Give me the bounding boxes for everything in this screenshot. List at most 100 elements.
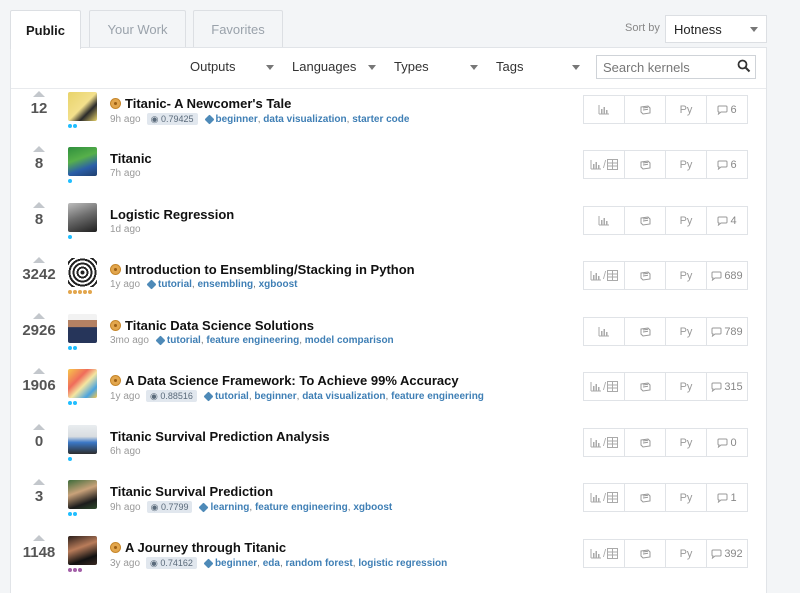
kernel-title[interactable]: Titanic Survival Prediction <box>110 484 273 499</box>
upvote-arrow-icon[interactable] <box>33 424 45 430</box>
tag-link[interactable]: tutorial <box>167 335 201 346</box>
output-button[interactable]: / <box>584 540 625 567</box>
output-button[interactable] <box>584 318 625 345</box>
tags-filter[interactable]: Tags <box>496 59 588 74</box>
tag-link[interactable]: feature engineering <box>206 335 299 346</box>
output-button[interactable]: / <box>584 429 625 456</box>
output-button[interactable] <box>584 207 625 234</box>
comments-button[interactable]: 789 <box>707 318 747 345</box>
tag-link[interactable]: tutorial <box>158 279 192 290</box>
kernel-title[interactable]: Introduction to Ensembling/Stacking in P… <box>110 262 415 277</box>
output-button[interactable] <box>584 96 625 123</box>
upvote-arrow-icon[interactable] <box>33 313 45 319</box>
language-button[interactable]: Py <box>666 540 707 567</box>
kernel-title[interactable]: Titanic Survival Prediction Analysis <box>110 429 330 444</box>
comments-button[interactable]: 0 <box>707 429 747 456</box>
notebook-button[interactable] <box>625 484 666 511</box>
language-button[interactable]: Py <box>666 318 707 345</box>
tag-link[interactable]: xgboost <box>259 279 298 290</box>
sort-select[interactable]: Hotness <box>665 15 767 43</box>
language-button[interactable]: Py <box>666 262 707 289</box>
types-filter[interactable]: Types <box>394 59 486 74</box>
author-avatar[interactable] <box>68 425 97 454</box>
author-avatar[interactable] <box>68 147 97 176</box>
kernel-row[interactable]: 8 Titanic 7h ago / Py 6 <box>11 140 766 196</box>
upvote-arrow-icon[interactable] <box>33 91 45 97</box>
outputs-filter[interactable]: Outputs <box>190 59 282 74</box>
upvote-arrow-icon[interactable] <box>33 368 45 374</box>
comments-button[interactable]: 392 <box>707 540 747 567</box>
language-button[interactable]: Py <box>666 207 707 234</box>
author-avatar[interactable] <box>68 258 97 287</box>
languages-filter[interactable]: Languages <box>292 59 384 74</box>
tag-link[interactable]: beginner <box>216 114 258 125</box>
kernel-row[interactable]: 3242 Introduction to Ensembling/Stacking … <box>11 251 766 307</box>
output-button[interactable]: / <box>584 484 625 511</box>
tag-link[interactable]: xgboost <box>353 502 392 513</box>
notebook-button[interactable] <box>625 373 666 400</box>
kernel-row[interactable]: 12 Titanic- A Newcomer's Tale 9h ago ◉ 0.79… <box>11 85 766 141</box>
tag-link[interactable]: data visualization <box>263 114 346 125</box>
author-avatar[interactable] <box>68 369 97 398</box>
language-button[interactable]: Py <box>666 96 707 123</box>
search-kernels-input[interactable]: Search kernels <box>596 55 756 79</box>
language-button[interactable]: Py <box>666 429 707 456</box>
notebook-button[interactable] <box>625 207 666 234</box>
tag-link[interactable]: data visualization <box>302 391 385 402</box>
author-avatar[interactable] <box>68 480 97 509</box>
tag-link[interactable]: feature engineering <box>391 391 484 402</box>
tab-public[interactable]: Public <box>10 10 81 49</box>
kernel-row[interactable]: 8 Logistic Regression 1d ago Py 4 <box>11 196 766 252</box>
notebook-button[interactable] <box>625 262 666 289</box>
author-avatar[interactable] <box>68 203 97 232</box>
tag-link[interactable]: eda <box>263 558 280 569</box>
upvote-arrow-icon[interactable] <box>33 202 45 208</box>
tag-link[interactable]: beginner <box>254 391 296 402</box>
kernel-row[interactable]: 0 Titanic Survival Prediction Analysis 6h … <box>11 418 766 474</box>
output-button[interactable]: / <box>584 373 625 400</box>
notebook-button[interactable] <box>625 96 666 123</box>
tab-favorites[interactable]: Favorites <box>193 10 283 48</box>
tag-link[interactable]: feature engineering <box>255 502 348 513</box>
upvote-arrow-icon[interactable] <box>33 535 45 541</box>
output-button[interactable]: / <box>584 151 625 178</box>
search-icon[interactable] <box>737 59 751 73</box>
tag-link[interactable]: logistic regression <box>358 558 447 569</box>
kernel-title[interactable]: A Data Science Framework: To Achieve 99%… <box>110 373 459 388</box>
kernel-title[interactable]: Titanic- A Newcomer's Tale <box>110 96 291 111</box>
tag-link[interactable]: beginner <box>215 558 257 569</box>
kernel-title[interactable]: Titanic Data Science Solutions <box>110 318 314 333</box>
comments-button[interactable]: 689 <box>707 262 747 289</box>
notebook-button[interactable] <box>625 540 666 567</box>
language-button[interactable]: Py <box>666 373 707 400</box>
upvote-arrow-icon[interactable] <box>33 257 45 263</box>
tag-link[interactable]: learning <box>210 502 249 513</box>
tag-link[interactable]: model comparison <box>305 335 394 346</box>
kernel-row[interactable]: 3 Titanic Survival Prediction 9h ago ◉ 0.77… <box>11 473 766 529</box>
author-avatar[interactable] <box>68 92 97 121</box>
upvote-arrow-icon[interactable] <box>33 479 45 485</box>
language-button[interactable]: Py <box>666 484 707 511</box>
notebook-button[interactable] <box>625 151 666 178</box>
comments-button[interactable]: 1 <box>707 484 747 511</box>
kernel-row[interactable]: 2926 Titanic Data Science Solutions 3mo ag… <box>11 307 766 363</box>
language-button[interactable]: Py <box>666 151 707 178</box>
kernel-title[interactable]: Titanic <box>110 151 152 166</box>
notebook-button[interactable] <box>625 318 666 345</box>
kernel-row[interactable]: 1148 A Journey through Titanic 3y ago ◉ 0.7… <box>11 529 766 585</box>
comments-button[interactable]: 4 <box>707 207 747 234</box>
tag-link[interactable]: random forest <box>286 558 353 569</box>
comments-button[interactable]: 315 <box>707 373 747 400</box>
kernel-title[interactable]: Logistic Regression <box>110 207 234 222</box>
author-avatar[interactable] <box>68 314 97 343</box>
kernel-row[interactable]: 1906 A Data Science Framework: To Achieve… <box>11 362 766 418</box>
tag-link[interactable]: ensembling <box>197 279 253 290</box>
output-button[interactable]: / <box>584 262 625 289</box>
comments-button[interactable]: 6 <box>707 96 747 123</box>
comments-button[interactable]: 6 <box>707 151 747 178</box>
tag-link[interactable]: tutorial <box>215 391 249 402</box>
upvote-arrow-icon[interactable] <box>33 146 45 152</box>
tag-link[interactable]: starter code <box>352 114 409 125</box>
kernel-title[interactable]: A Journey through Titanic <box>110 540 286 555</box>
notebook-button[interactable] <box>625 429 666 456</box>
